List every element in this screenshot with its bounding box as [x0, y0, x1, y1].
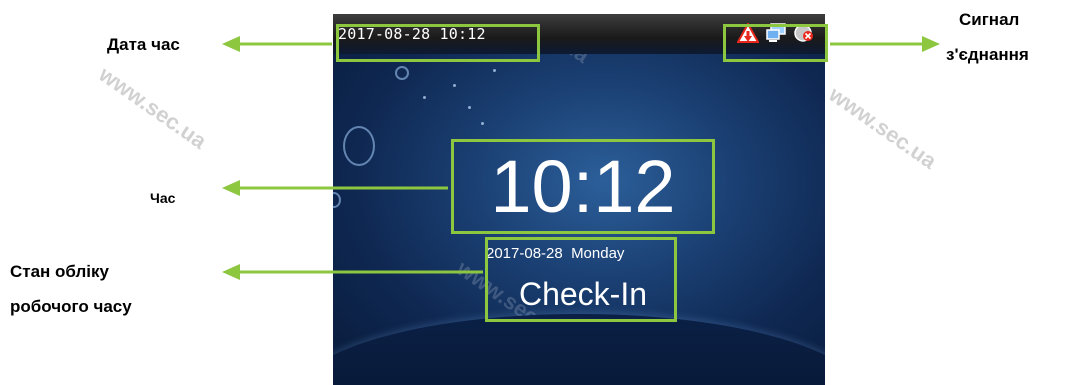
- arrow-attendance-state: [222, 264, 483, 280]
